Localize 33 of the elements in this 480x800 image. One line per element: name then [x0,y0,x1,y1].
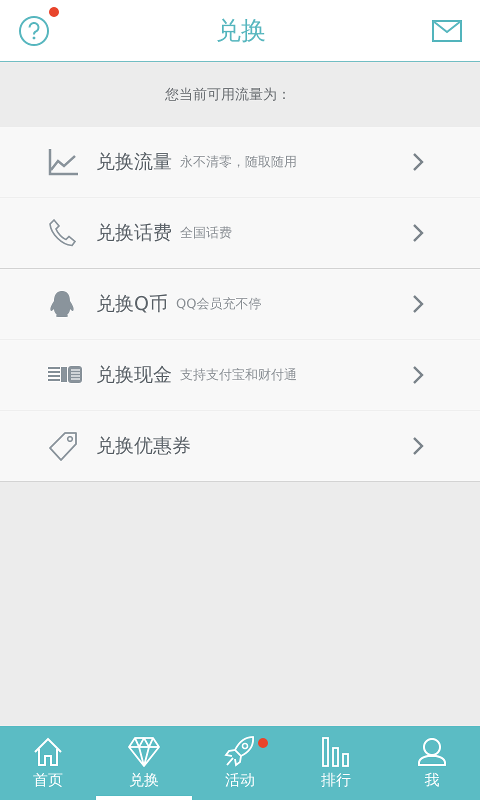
tag-icon [48,430,78,462]
diamond-icon [128,737,160,767]
exchange-item[interactable]: 兑换流量 永不清零，随取随用 [0,127,480,198]
phone-icon [48,218,78,248]
chevron-icon [412,223,424,243]
home-icon [33,737,63,767]
exchange-item[interactable]: 兑换Q币 QQ会员充不停 [0,269,480,340]
item-label: 兑换现金 [96,363,172,388]
chevron-icon [412,436,424,456]
chevron-icon [412,365,424,385]
exchange-item[interactable]: 兑换优惠券 [0,411,480,481]
item-label: 兑换Q币 [96,292,168,317]
person-icon [417,737,447,767]
chevron-icon [412,294,424,314]
balance-label: 您当前可用流量为： [165,86,291,104]
penguin-icon [48,290,76,318]
chevron-icon [412,152,424,172]
banknotes-icon [48,366,82,384]
bar-chart-icon [321,737,351,767]
item-label: 兑换流量 [96,150,172,175]
exchange-item[interactable]: 兑换话费 全国话费 [0,198,480,268]
item-note: 永不清零，随取随用 [180,154,297,171]
item-label: 兑换优惠券 [96,434,191,459]
rocket-icon [224,735,256,767]
item-note: 支持支付宝和财付通 [180,367,297,384]
help-icon[interactable] [18,14,50,46]
item-note: QQ会员充不停 [176,296,262,313]
item-label: 兑换话费 [96,221,172,246]
exchange-item[interactable]: 兑换现金 支持支付宝和财付通 [0,340,480,411]
item-note: 全国话费 [180,225,232,242]
mail-icon[interactable] [432,20,462,42]
chart-icon [48,148,78,176]
page-title: 兑换 [216,15,266,47]
